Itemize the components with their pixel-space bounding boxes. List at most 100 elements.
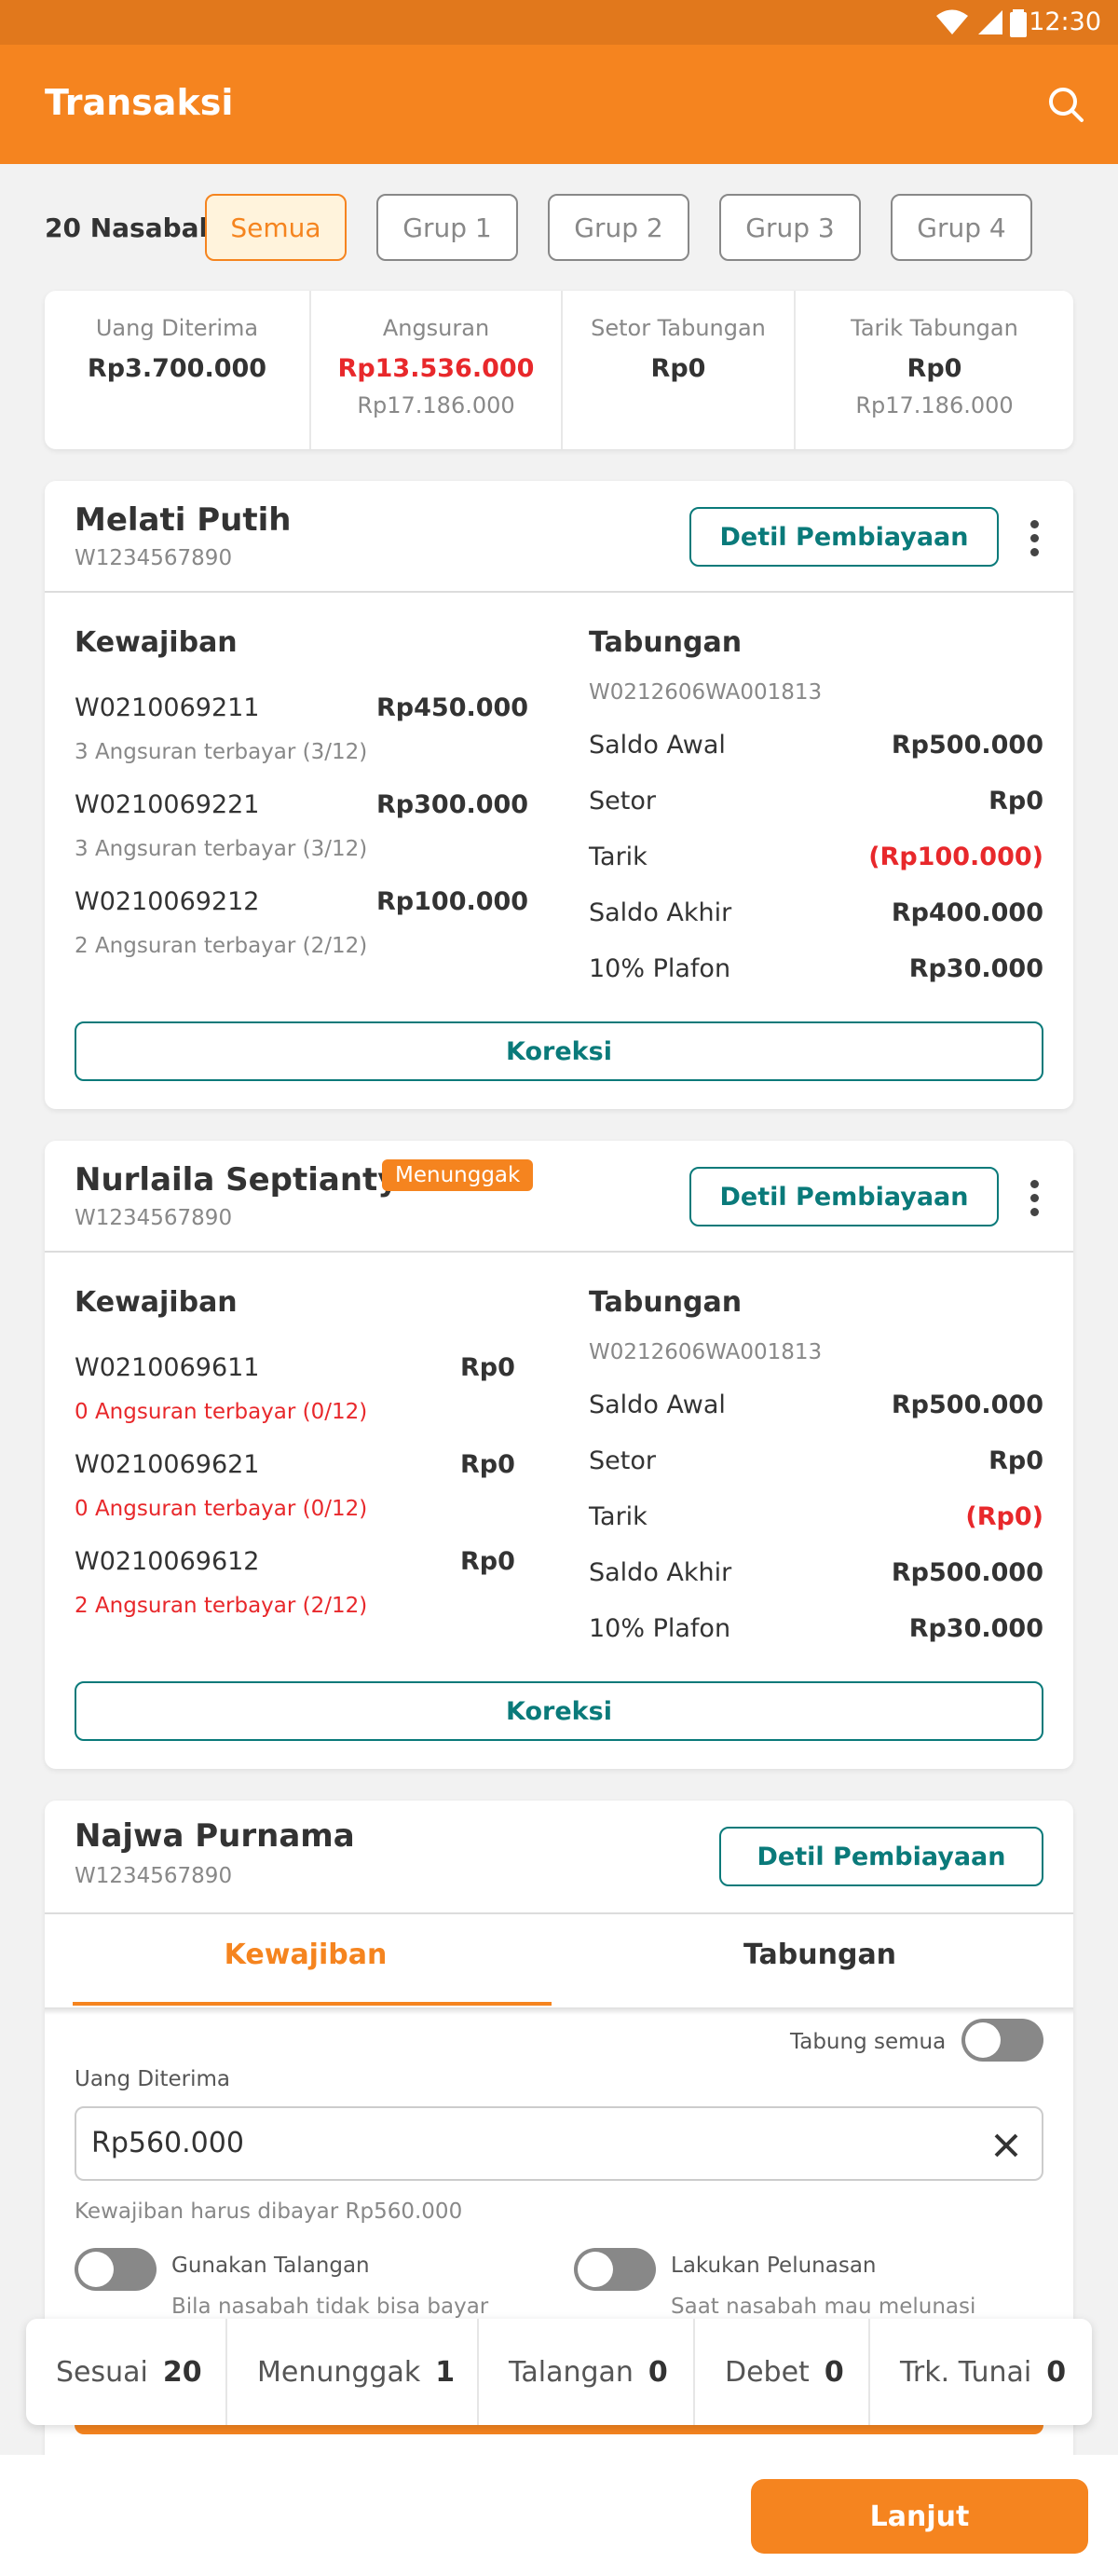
stat-sesuai[interactable]: Sesuai 20 xyxy=(56,2319,202,2425)
saldo-awal-label: Saldo Awal xyxy=(589,731,726,760)
talangan-toggle[interactable] xyxy=(75,2248,157,2291)
search-icon[interactable] xyxy=(1043,82,1088,127)
stat-debet[interactable]: Debet 0 xyxy=(725,2319,844,2425)
saldo-akhir-value: Rp500.000 xyxy=(891,1558,1043,1587)
kewajiban-hint: Kewajiban harus dibayar Rp560.000 xyxy=(75,2199,463,2224)
detail-pembiayaan-button[interactable]: Detil Pembiayaan xyxy=(689,1167,999,1226)
summary-label: Angsuran xyxy=(382,315,490,341)
loan-note: 2 Angsuran terbayar (2/12) xyxy=(75,1594,368,1618)
loan-amount: Rp0 xyxy=(460,1353,515,1382)
divider xyxy=(225,2319,227,2425)
status-bar: 12:30 xyxy=(0,0,1118,45)
tab-shadow xyxy=(45,2007,1073,2015)
filter-chip-grup-4[interactable]: Grup 4 xyxy=(891,194,1032,261)
loan-id: W0210069612 xyxy=(75,1547,260,1576)
saldo-akhir-label: Saldo Akhir xyxy=(589,898,732,927)
summary-value: Rp13.536.000 xyxy=(337,354,535,383)
loan-amount: Rp100.000 xyxy=(376,887,529,916)
tab-tabungan[interactable]: Tabungan xyxy=(566,1939,1073,1971)
kewajiban-heading: Kewajiban xyxy=(75,626,238,659)
pelunasan-toggle[interactable] xyxy=(574,2248,656,2291)
stat-label: Sesuai xyxy=(56,2355,148,2389)
filter-chip-semua[interactable]: Semua xyxy=(205,194,347,261)
divider xyxy=(45,1251,1073,1253)
battery-icon xyxy=(1010,9,1027,37)
tab-kewajiban[interactable]: Kewajiban xyxy=(45,1939,566,1971)
bottom-bar: Lanjut xyxy=(0,2455,1118,2576)
customer-name: Najwa Purnama xyxy=(75,1817,355,1855)
filter-chip-grup-3[interactable]: Grup 3 xyxy=(719,194,861,261)
saldo-akhir-value: Rp400.000 xyxy=(891,898,1043,927)
summary-tarik-tabungan: Tarik Tabungan Rp0 Rp17.186.000 xyxy=(796,291,1073,449)
filter-chip-grup-1[interactable]: Grup 1 xyxy=(376,194,518,261)
saldo-awal-value: Rp500.000 xyxy=(891,1391,1043,1419)
setor-value: Rp0 xyxy=(988,1446,1043,1475)
loan-id: W0210069221 xyxy=(75,790,260,819)
signal-icon xyxy=(978,10,1002,34)
tabungan-heading: Tabungan xyxy=(589,1286,743,1319)
loan-note: 2 Angsuran terbayar (2/12) xyxy=(75,934,368,958)
customer-count: 20 Nasabah xyxy=(45,212,218,243)
loan-amount: Rp0 xyxy=(460,1547,515,1576)
savings-account: W0212606WA001813 xyxy=(589,1340,823,1364)
plafon-label: 10% Plafon xyxy=(589,954,731,983)
lanjut-button[interactable]: Lanjut xyxy=(751,2479,1088,2554)
customer-card: Nurlaila Septianty Menunggak W1234567890… xyxy=(45,1141,1073,1769)
clear-icon[interactable] xyxy=(993,2132,1019,2158)
tarik-value: (Rp100.000) xyxy=(868,843,1043,871)
savings-account: W0212606WA001813 xyxy=(589,680,823,705)
loan-id: W0210069611 xyxy=(75,1353,260,1382)
divider xyxy=(45,591,1073,593)
divider xyxy=(868,2319,870,2425)
stat-value: 0 xyxy=(1046,2355,1067,2389)
loan-note: 3 Angsuran terbayar (3/12) xyxy=(75,837,368,861)
stat-value: 1 xyxy=(435,2355,456,2389)
divider xyxy=(693,2319,695,2425)
tabung-semua-label: Tabung semua xyxy=(790,2030,947,2054)
plafon-value: Rp30.000 xyxy=(908,1614,1043,1643)
tab-indicator xyxy=(73,2002,552,2006)
customer-account: W1234567890 xyxy=(75,1206,233,1230)
summary-label: Uang Diterima xyxy=(95,315,259,341)
detail-pembiayaan-button[interactable]: Detil Pembiayaan xyxy=(689,507,999,567)
loan-note: 0 Angsuran terbayar (0/12) xyxy=(75,1497,368,1521)
stat-value: 0 xyxy=(824,2355,844,2389)
koreksi-button[interactable]: Koreksi xyxy=(75,1021,1043,1081)
uang-diterima-input[interactable]: Rp560.000 xyxy=(75,2106,1043,2181)
stat-talangan[interactable]: Talangan 0 xyxy=(509,2319,668,2425)
pelunasan-sub: Saat nasabah mau melunasi xyxy=(671,2295,976,2319)
stat-menunggak[interactable]: Menunggak 1 xyxy=(257,2319,455,2425)
detail-pembiayaan-button[interactable]: Detil Pembiayaan xyxy=(719,1827,1043,1886)
setor-label: Setor xyxy=(589,787,656,815)
customer-account: W1234567890 xyxy=(75,1864,233,1888)
stat-label: Menunggak xyxy=(257,2355,421,2389)
summary-value: Rp3.700.000 xyxy=(87,354,267,383)
saldo-akhir-label: Saldo Akhir xyxy=(589,1558,732,1587)
summary-card: Uang Diterima Rp3.700.000 Angsuran Rp13.… xyxy=(45,291,1073,449)
summary-value: Rp0 xyxy=(650,354,706,383)
stats-bar: Sesuai 20 Menunggak 1 Talangan 0 Debet 0 Trk… xyxy=(26,2319,1092,2425)
loan-id: W0210069621 xyxy=(75,1450,260,1479)
saldo-awal-value: Rp500.000 xyxy=(891,731,1043,760)
saldo-awal-label: Saldo Awal xyxy=(589,1391,726,1419)
summary-sub: Rp17.186.000 xyxy=(357,392,515,418)
summary-angsuran: Angsuran Rp13.536.000 Rp17.186.000 xyxy=(311,291,561,449)
tabungan-heading: Tabungan xyxy=(589,626,743,659)
summary-sub: Rp17.186.000 xyxy=(855,392,1014,418)
plafon-label: 10% Plafon xyxy=(589,1614,731,1643)
filter-chip-grup-2[interactable]: Grup 2 xyxy=(548,194,689,261)
stat-value: 0 xyxy=(648,2355,668,2389)
app-bar: Transaksi xyxy=(0,45,1118,164)
wifi-icon xyxy=(936,9,968,34)
more-options-icon[interactable] xyxy=(1030,520,1040,562)
loan-amount: Rp0 xyxy=(460,1450,515,1479)
page-title: Transaksi xyxy=(45,82,234,123)
stat-trk-tunai[interactable]: Trk. Tunai 0 xyxy=(900,2319,1066,2425)
stat-label: Debet xyxy=(725,2355,810,2389)
loan-note: 0 Angsuran terbayar (0/12) xyxy=(75,1400,368,1424)
tabung-semua-toggle[interactable] xyxy=(961,2019,1043,2062)
uang-diterima-label: Uang Diterima xyxy=(75,2067,231,2091)
summary-uang-diterima: Uang Diterima Rp3.700.000 xyxy=(45,291,309,449)
koreksi-button[interactable]: Koreksi xyxy=(75,1681,1043,1741)
more-options-icon[interactable] xyxy=(1030,1180,1040,1222)
